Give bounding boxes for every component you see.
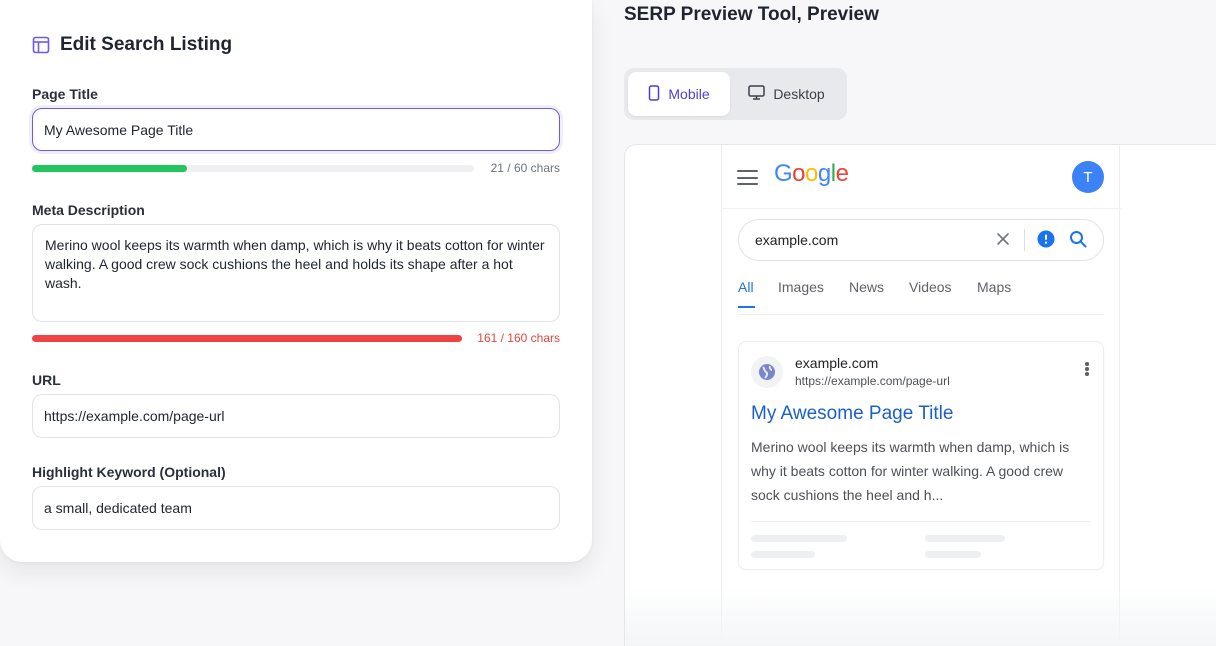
url-label: URL	[32, 372, 61, 388]
page-title-meter: 21 / 60 chars	[32, 161, 560, 175]
lens-icon[interactable]	[1037, 230, 1055, 251]
edit-panel-header: Edit Search Listing	[32, 34, 232, 56]
google-logo-letter: o	[792, 160, 806, 187]
google-search-box[interactable]: example.com	[738, 219, 1104, 261]
skeleton-line	[925, 535, 1005, 542]
serp-preview-app: Edit Search Listing Page Title My Awesom…	[0, 0, 1216, 646]
meta-description-textarea[interactable]: Merino wool keeps its warmth when damp, …	[32, 224, 560, 322]
layout-icon	[32, 36, 50, 54]
skeleton-line	[751, 535, 847, 542]
more-vert-icon[interactable]	[1085, 362, 1089, 376]
preview-frame: Google T example.com All Images News Vid…	[624, 144, 1216, 646]
url-value: https://example.com/page-url	[44, 408, 225, 424]
mobile-viewport: Google T example.com All Images News Vid…	[721, 145, 1121, 646]
search-box-icons	[996, 229, 1087, 251]
preview-heading: SERP Preview Tool, Preview	[624, 4, 879, 25]
result-title-link[interactable]: My Awesome Page Title	[751, 403, 953, 425]
edit-panel-title: Edit Search Listing	[60, 34, 233, 55]
search-divider	[1024, 229, 1025, 251]
meta-description-meter-fill	[32, 334, 462, 342]
google-logo: Google	[774, 160, 849, 188]
keyword-label: Highlight Keyword (Optional)	[32, 464, 226, 480]
avatar[interactable]: T	[1072, 161, 1104, 193]
phone-icon	[648, 84, 660, 104]
page-title-meter-track	[32, 164, 474, 172]
search-result-card: example.com https://example.com/page-url…	[738, 341, 1104, 570]
skeleton-line	[751, 551, 815, 558]
page-title-label: Page Title	[32, 86, 98, 102]
meta-description-meter-track	[32, 334, 462, 342]
device-toggle: Mobile Desktop	[624, 68, 847, 120]
tab-all[interactable]: All	[738, 279, 754, 295]
page-title-char-count: 21 / 60 chars	[490, 161, 560, 175]
tab-images[interactable]: Images	[778, 279, 824, 295]
result-separator	[751, 521, 1091, 522]
google-search-query: example.com	[755, 232, 839, 248]
desktop-toggle-button[interactable]: Desktop	[730, 72, 843, 116]
globe-icon	[751, 356, 783, 388]
google-logo-letter: e	[835, 160, 849, 187]
meta-description-label: Meta Description	[32, 202, 145, 218]
keyword-value: a small, dedicated team	[44, 500, 192, 516]
desktop-toggle-label: Desktop	[773, 86, 825, 102]
search-icon[interactable]	[1069, 230, 1087, 251]
page-title-value: My Awesome Page Title	[44, 121, 194, 138]
result-site-name: example.com	[795, 355, 879, 371]
tab-videos[interactable]: Videos	[909, 279, 952, 295]
menu-icon[interactable]	[737, 170, 758, 185]
tab-news[interactable]: News	[849, 279, 884, 295]
page-title-input[interactable]: My Awesome Page Title	[32, 108, 560, 151]
meta-description-value: Merino wool keeps its warmth when damp, …	[45, 237, 545, 291]
result-description: Merino wool keeps its warmth when damp, …	[751, 439, 1070, 503]
monitor-icon	[748, 85, 766, 103]
page-title-meter-fill	[32, 164, 187, 172]
meta-description-meter: 161 / 160 chars	[32, 331, 560, 345]
mobile-toggle-button[interactable]: Mobile	[628, 72, 730, 116]
meta-description-char-count: 161 / 160 chars	[477, 331, 560, 345]
result-site-url: https://example.com/page-url	[795, 374, 950, 388]
skeleton-line	[925, 551, 981, 558]
preview-fade	[625, 586, 1216, 646]
url-input[interactable]: https://example.com/page-url	[32, 394, 560, 438]
google-header: Google T	[722, 145, 1121, 209]
mobile-toggle-label: Mobile	[668, 86, 710, 102]
google-tabs: All Images News Videos Maps	[738, 269, 1104, 315]
google-logo-letter: G	[774, 160, 793, 187]
keyword-input[interactable]: a small, dedicated team	[32, 486, 560, 530]
google-logo-letter: g	[817, 160, 831, 187]
active-tab-indicator	[738, 306, 755, 308]
google-logo-letter: o	[805, 160, 818, 187]
edit-panel: Edit Search Listing Page Title My Awesom…	[0, 0, 592, 562]
clear-icon[interactable]	[996, 232, 1010, 249]
tab-maps[interactable]: Maps	[977, 279, 1011, 295]
